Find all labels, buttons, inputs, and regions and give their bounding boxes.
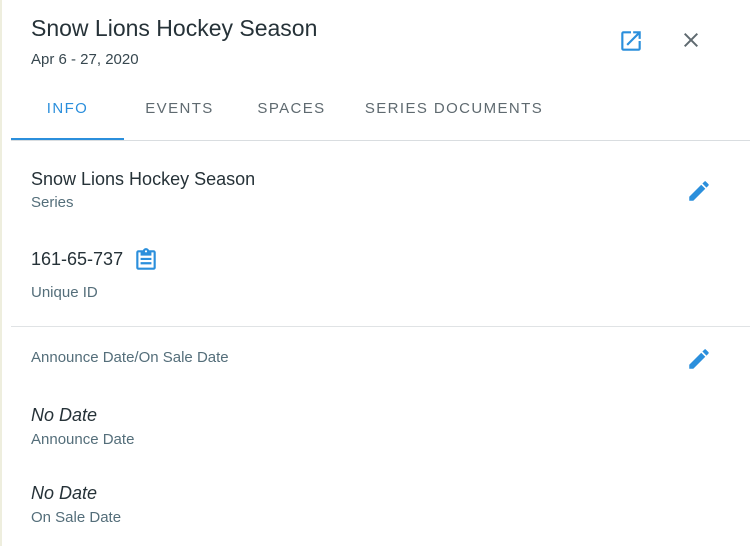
copy-clipboard-icon[interactable]: [133, 247, 159, 273]
unique-id-label: Unique ID: [31, 284, 98, 301]
tab-info[interactable]: INFO: [11, 88, 124, 140]
unique-id-value: 161-65-737: [31, 249, 124, 269]
page-title: Snow Lions Hockey Season: [31, 15, 318, 41]
close-icon[interactable]: [679, 28, 703, 52]
edit-dates-pencil-icon[interactable]: [686, 346, 712, 372]
tab-events[interactable]: EVENTS: [128, 88, 231, 138]
tab-series-documents[interactable]: SERIES DOCUMENTS: [354, 88, 554, 138]
open-in-new-icon[interactable]: [618, 28, 644, 54]
series-name-value: Snow Lions Hockey Season: [31, 169, 256, 189]
series-detail-panel: Snow Lions Hockey Season Apr 6 - 27, 202…: [0, 0, 750, 546]
edit-series-pencil-icon[interactable]: [686, 178, 712, 204]
announce-date-value: No Date: [31, 405, 98, 425]
tab-spaces[interactable]: SPACES: [240, 88, 343, 138]
on-sale-date-label: On Sale Date: [31, 509, 122, 526]
date-range: Apr 6 - 27, 2020: [31, 51, 139, 68]
dates-section-title: Announce Date/On Sale Date: [31, 349, 229, 366]
panel-left-edge: [0, 0, 2, 546]
on-sale-date-value: No Date: [31, 483, 98, 503]
series-label: Series: [31, 194, 74, 211]
tab-bar: INFO EVENTS SPACES SERIES DOCUMENTS: [11, 88, 750, 141]
announce-date-label: Announce Date: [31, 431, 135, 448]
section-divider: [11, 326, 750, 327]
